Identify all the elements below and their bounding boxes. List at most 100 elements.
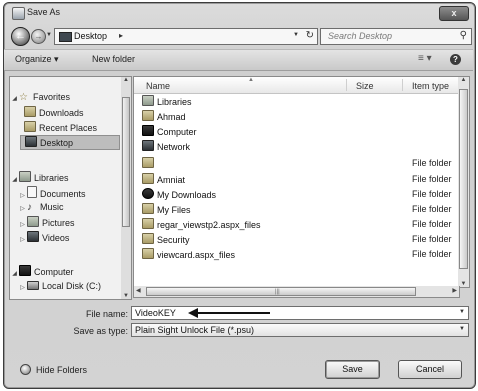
collapse-icon (20, 364, 31, 375)
file-name: Ahmad (157, 112, 186, 122)
column-header-type[interactable]: Item type (412, 81, 449, 91)
search-placeholder: Search Desktop (328, 31, 393, 41)
list-item[interactable]: regar_viewstp2.aspx_files File folder (134, 218, 459, 231)
nav-item-local-disk[interactable]: ▷ Local Disk (C:) (18, 280, 101, 293)
nav-label-favorites: Favorites (33, 92, 71, 102)
nav-item-pictures[interactable]: ▷ Pictures (18, 216, 75, 229)
file-name-value[interactable]: VideoKEY (135, 308, 176, 318)
address-location[interactable]: Desktop (74, 31, 107, 41)
scroll-up-icon[interactable]: ▲ (121, 77, 131, 83)
save-as-type-select[interactable]: Plain Sight Unlock File (*.psu) ▼ (131, 323, 469, 337)
nav-item-videos[interactable]: ▷ Videos (18, 231, 69, 244)
hide-folders-label: Hide Folders (36, 365, 88, 375)
collapse-arrow-icon[interactable]: ▷ (18, 234, 27, 247)
list-item[interactable]: viewcard.aspx_files File folder (134, 248, 459, 261)
list-item[interactable]: My Files File folder (134, 203, 459, 216)
nav-label-music: Music (40, 202, 64, 212)
file-list-horizontal-scrollbar[interactable]: ◀ ||| ▶ (133, 286, 460, 298)
hard-disk-icon (27, 281, 39, 290)
nav-label-local-disk: Local Disk (C:) (42, 281, 102, 291)
search-icon[interactable]: ⚲ (460, 30, 467, 41)
file-name: Computer (157, 127, 197, 137)
file-name: My Files (157, 205, 191, 215)
collapse-arrow-icon[interactable]: ▷ (18, 282, 27, 295)
list-item[interactable]: Amniat File folder (134, 173, 459, 186)
file-list-vertical-scrollbar[interactable]: ▲ ▼ (458, 76, 470, 288)
list-item[interactable]: My Downloads File folder (134, 188, 459, 201)
file-type: File folder (412, 249, 452, 259)
documents-icon (27, 186, 37, 198)
scroll-right-icon[interactable]: ▶ (452, 287, 457, 294)
downloads-folder-icon (24, 106, 36, 117)
nav-item-downloads[interactable]: Downloads (24, 106, 84, 119)
column-divider[interactable] (346, 79, 347, 91)
dropdown-arrow-icon[interactable]: ▼ (459, 326, 465, 332)
file-list: Name ▲ Size Item type Libraries Ahmad Co… (133, 76, 460, 288)
address-bar[interactable]: Desktop ▸ ▼ ↻ (54, 28, 318, 45)
list-item[interactable]: Security File folder (134, 233, 459, 246)
nav-item-recent-places[interactable]: Recent Places (24, 121, 97, 134)
address-dropdown-icon[interactable]: ▼ (293, 32, 299, 38)
list-item[interactable]: Computer (134, 125, 459, 138)
file-name: Amniat (157, 175, 186, 185)
navigation-scrollbar[interactable]: ▲ ▼ (121, 76, 132, 300)
window-title: Save As (27, 7, 61, 17)
column-divider[interactable] (402, 79, 403, 91)
list-item[interactable]: File folder (134, 157, 459, 170)
file-type: File folder (412, 158, 452, 168)
file-name-label: File name: (85, 309, 128, 319)
breadcrumb-chevron-icon[interactable]: ▸ (119, 31, 123, 40)
hide-folders-button[interactable]: Hide Folders (20, 364, 87, 375)
nav-label-computer: Computer (34, 267, 74, 277)
organize-button[interactable]: Organize ▾ (15, 54, 59, 65)
list-item[interactable]: Libraries (134, 95, 459, 108)
file-type: File folder (412, 219, 452, 229)
scroll-left-icon[interactable]: ◀ (136, 287, 141, 294)
folder-icon (142, 173, 154, 184)
file-name: viewcard.aspx_files (157, 250, 236, 260)
search-input[interactable]: Search Desktop ⚲ (320, 28, 472, 45)
nav-label-recent-places: Recent Places (39, 123, 98, 133)
new-folder-button[interactable]: New folder (92, 54, 135, 64)
desktop-icon (59, 32, 72, 42)
nav-item-libraries[interactable]: ◢ Libraries (10, 171, 69, 184)
list-item[interactable]: Network (134, 140, 459, 153)
save-button[interactable]: Save (325, 360, 380, 379)
nav-item-documents[interactable]: ▷ Documents (18, 186, 86, 199)
expand-arrow-icon[interactable]: ◢ (10, 93, 19, 106)
title-bar: Save As x (4, 3, 475, 23)
dropdown-arrow-icon[interactable]: ▼ (459, 309, 465, 315)
navigation-pane: ◢ ☆ Favorites Downloads Recent Places Desk… (9, 76, 123, 300)
list-item[interactable]: Ahmad (134, 110, 459, 123)
downloads-folder-icon (142, 188, 154, 199)
sort-ascending-icon: ▲ (248, 77, 254, 83)
desktop-icon (25, 136, 37, 147)
refresh-icon[interactable]: ↻ (306, 30, 314, 41)
recent-locations-dropdown[interactable]: ▼ (46, 32, 52, 38)
grip-icon: ||| (275, 289, 280, 295)
close-button[interactable]: x (439, 6, 469, 21)
cancel-button[interactable]: Cancel (398, 360, 462, 379)
save-as-type-label: Save as type: (73, 326, 128, 336)
column-header-name[interactable]: Name (146, 81, 170, 91)
file-name-field[interactable]: VideoKEY ▼ (131, 306, 469, 320)
change-view-icon[interactable]: ≡ ▾ (418, 53, 432, 64)
collapse-arrow-icon[interactable]: ▷ (18, 203, 27, 216)
column-header-size[interactable]: Size (356, 81, 374, 91)
back-button[interactable]: ← (11, 27, 30, 46)
scrollbar-thumb[interactable]: ||| (146, 287, 416, 296)
nav-label-pictures: Pictures (42, 218, 75, 228)
scroll-down-icon[interactable]: ▼ (121, 293, 131, 299)
forward-button[interactable]: → (31, 29, 46, 44)
help-icon[interactable]: ? (450, 54, 461, 65)
nav-item-desktop[interactable]: Desktop (20, 135, 120, 150)
nav-item-favorites[interactable]: ◢ ☆ Favorites (10, 91, 70, 104)
nav-item-computer[interactable]: ◢ Computer (10, 265, 74, 278)
scroll-up-icon[interactable]: ▲ (458, 77, 469, 83)
recent-places-icon (24, 121, 36, 132)
command-bar: Organize ▾ New folder ≡ ▾ ? (4, 49, 473, 71)
scrollbar-thumb[interactable] (122, 97, 130, 227)
scrollbar-thumb[interactable] (459, 89, 468, 269)
save-as-app-icon (12, 7, 25, 20)
nav-item-music[interactable]: ▷ ♪ Music (18, 201, 64, 216)
